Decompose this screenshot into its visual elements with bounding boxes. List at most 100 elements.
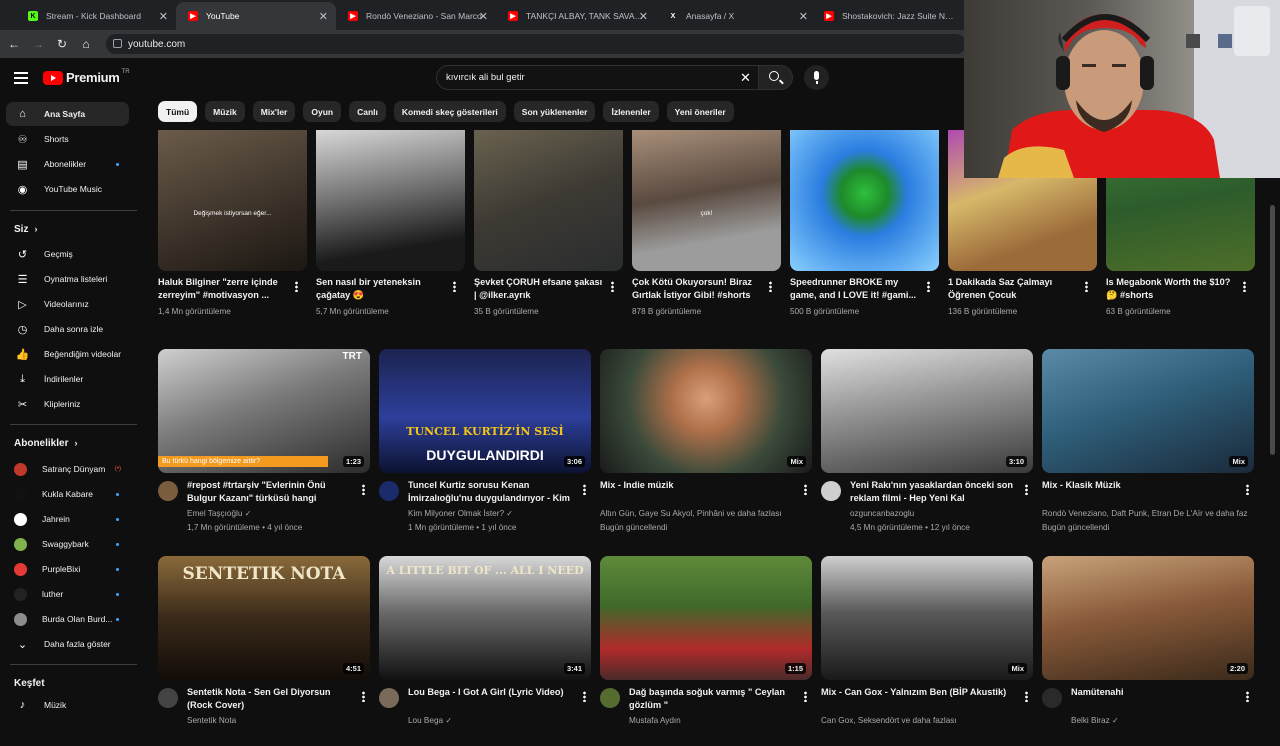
video-title[interactable]: Mix - Indie müzik — [600, 479, 796, 492]
more-actions-icon[interactable] — [1246, 484, 1249, 495]
tab-close-icon[interactable]: ✕ — [799, 10, 808, 23]
sidebar-item[interactable]: ☰ Oynatma listeleri — [6, 267, 129, 291]
sidebar-subscription[interactable]: Kukla Kabare — [6, 482, 129, 506]
sidebar-item[interactable]: ♾ Shorts — [6, 127, 129, 151]
channel-name[interactable]: Emel Taşçıoğlu ✓ — [187, 507, 363, 521]
video-title[interactable]: Mix - Can Gox - Yalnızım Ben (BİP Akusti… — [821, 686, 1017, 699]
browser-tab[interactable]: K Stream - Kick Dashboard ✕ — [16, 2, 176, 30]
browser-tab[interactable]: ▶ TANKÇI ALBAY, TANK SAVAŞI S ✕ — [496, 2, 656, 30]
sidebar-item[interactable]: ♪ Müzik — [6, 693, 129, 717]
video-thumbnail[interactable]: SENTETIK NOTA 4:51 — [158, 556, 370, 680]
short-card[interactable]: çok! Çok Kötü Okuyorsun! Biraz Gırtlak İs… — [632, 130, 781, 330]
youtube-premium-logo[interactable]: Premium TR — [43, 69, 130, 85]
sidebar-subscription[interactable]: PurpleBixi — [6, 557, 129, 581]
browser-tab[interactable]: ▶ Shostakovich: Jazz Suite No. 2: — [812, 2, 964, 30]
sidebar-section-subscriptions[interactable]: Abonelikler › — [14, 438, 77, 449]
sidebar-subscription[interactable]: Swaggybark — [6, 532, 129, 556]
more-actions-icon[interactable] — [1025, 691, 1028, 702]
more-actions-icon[interactable] — [362, 484, 365, 495]
clear-search-icon[interactable]: ✕ — [740, 70, 751, 86]
sidebar-item[interactable]: ▷ Videolarınız — [6, 292, 129, 316]
sidebar-item[interactable]: ⤓ İndirilenler — [6, 367, 129, 391]
more-actions-icon[interactable] — [295, 281, 298, 292]
video-card[interactable]: 1:15 Dağ başında soğuk varmış " Ceylan gö… — [600, 556, 812, 746]
channel-avatar[interactable] — [379, 481, 399, 501]
channel-name[interactable]: Belki Biraz ✓ — [1071, 714, 1247, 728]
short-card[interactable]: Değişmek istiyorsan eğer... Haluk Bilgine… — [158, 130, 307, 330]
channel-avatar[interactable] — [1042, 688, 1062, 708]
channel-name[interactable]: Altın Gün, Gaye Su Akyol, Pinhâni ve dah… — [600, 507, 805, 521]
filter-chip[interactable]: Mix'ler — [252, 101, 296, 122]
home-browser-icon[interactable]: ⌂ — [78, 36, 94, 52]
show-more-button[interactable]: ⌄ Daha fazla göster — [6, 632, 129, 656]
filter-chip[interactable]: Son yüklenenler — [513, 101, 596, 122]
channel-avatar[interactable] — [600, 688, 620, 708]
sidebar-subscription[interactable]: Satranç Dünyam (•) — [6, 457, 129, 481]
channel-name[interactable]: Kim Milyoner Olmak İster? ✓ — [408, 507, 584, 521]
channel-avatar[interactable] — [158, 481, 178, 501]
more-actions-icon[interactable] — [804, 691, 807, 702]
short-thumbnail[interactable] — [316, 130, 465, 271]
more-actions-icon[interactable] — [362, 691, 365, 702]
site-info-icon[interactable] — [113, 39, 122, 48]
more-actions-icon[interactable] — [453, 281, 456, 292]
tab-close-icon[interactable]: ✕ — [479, 10, 488, 23]
channel-name[interactable]: Lou Bega ✓ — [408, 714, 584, 728]
tab-close-icon[interactable]: ✕ — [159, 10, 168, 23]
video-card[interactable]: TUNCEL KURTİZ'İN SESİ DUYGULANDIRDI 3:06 Tu… — [379, 349, 591, 539]
video-card[interactable]: TRT Bu türkü hangi bölgemize aittir? 1:23 #… — [158, 349, 370, 539]
forward-arrow-icon[interactable]: → — [30, 36, 46, 52]
sidebar-item[interactable]: ▤ Abonelikler — [6, 152, 129, 176]
video-thumbnail[interactable]: TRT Bu türkü hangi bölgemize aittir? 1:23 — [158, 349, 370, 473]
video-title[interactable]: Lou Bega - I Got A Girl (Lyric Video) — [408, 686, 575, 699]
more-actions-icon[interactable] — [611, 281, 614, 292]
hamburger-menu-icon[interactable] — [14, 72, 28, 84]
sidebar-subscription[interactable]: Jahrein — [6, 507, 129, 531]
sidebar-subscription[interactable]: Burda Olan Burd... — [6, 607, 129, 631]
channel-name[interactable]: Sentetik Nota — [187, 714, 363, 728]
video-card[interactable]: Mix Mix - Indie müzik Altın Gün, Gaye Su A… — [600, 349, 812, 539]
more-actions-icon[interactable] — [1025, 484, 1028, 495]
short-title[interactable]: 1 Dakikada Saz Çalmayı Öğrenen Çocuk — [948, 276, 1078, 302]
sidebar-item[interactable]: 👍 Beğendiğim videolar — [6, 342, 129, 366]
video-card[interactable]: 2:20 Namütenahi Belki Biraz ✓ — [1042, 556, 1254, 746]
channel-name[interactable]: Can Gox, Seksendört ve daha fazlası — [821, 714, 1026, 728]
page-scrollbar[interactable] — [1270, 205, 1275, 455]
sidebar-item[interactable]: ✂ Klipleriniz — [6, 392, 129, 416]
video-card[interactable]: Mix Mix - Klasik Müzik Rondò Veneziano, Da… — [1042, 349, 1254, 539]
short-thumbnail[interactable]: Değişmek istiyorsan eğer... — [158, 130, 307, 271]
more-actions-icon[interactable] — [1246, 691, 1249, 702]
tab-close-icon[interactable]: ✕ — [319, 10, 328, 23]
short-thumbnail[interactable] — [474, 130, 623, 271]
video-title[interactable]: Mix - Klasik Müzik — [1042, 479, 1238, 492]
video-card[interactable]: Mix Mix - Can Gox - Yalnızım Ben (BİP Aku… — [821, 556, 1033, 746]
video-thumbnail[interactable]: 1:15 — [600, 556, 812, 680]
video-title[interactable]: Namütenahi — [1071, 686, 1238, 699]
channel-name[interactable]: Mustafa Aydın — [629, 714, 805, 728]
video-thumbnail[interactable]: Mix — [1042, 349, 1254, 473]
video-card[interactable]: A LITTLE BIT OF ... ALL I NEED 3:41 Lou Be… — [379, 556, 591, 746]
filter-chip[interactable]: Komedi skeç gösterileri — [393, 101, 506, 122]
video-title[interactable]: Dağ başında soğuk varmış " Ceylan gözlüm… — [629, 686, 796, 712]
sidebar-item[interactable]: ◷ Daha sonra izle — [6, 317, 129, 341]
search-input[interactable]: kıvırcık ali bul getir — [436, 65, 759, 90]
voice-search-mic-icon[interactable] — [804, 65, 829, 90]
browser-tab[interactable]: X Anasayfa / X ✕ — [656, 2, 816, 30]
short-title[interactable]: Haluk Bilginer "zerre içinde zerreyim" #… — [158, 276, 288, 302]
video-title[interactable]: Sentetik Nota - Sen Gel Diyorsun (Rock C… — [187, 686, 354, 712]
short-title[interactable]: Is Megabonk Worth the $10? 🤔 #shorts — [1106, 276, 1236, 302]
video-card[interactable]: 3:10 Yeni Rakı'nın yasaklardan önceki son… — [821, 349, 1033, 539]
short-card[interactable]: Sen nasıl bir yeteneksin çağatay 😍 5,7 Mn… — [316, 130, 465, 330]
more-actions-icon[interactable] — [1085, 281, 1088, 292]
video-title[interactable]: #repost #trtarşiv "Evlerinin Önü Bulgur … — [187, 479, 354, 505]
video-thumbnail[interactable]: A LITTLE BIT OF ... ALL I NEED 3:41 — [379, 556, 591, 680]
video-thumbnail[interactable]: 3:10 — [821, 349, 1033, 473]
short-title[interactable]: Sen nasıl bir yeteneksin çağatay 😍 — [316, 276, 446, 302]
sidebar-section-you[interactable]: Siz › — [14, 224, 37, 235]
filter-chip[interactable]: Yeni öneriler — [666, 101, 734, 122]
tab-close-icon[interactable]: ✕ — [639, 10, 648, 23]
video-card[interactable]: SENTETIK NOTA 4:51 Sentetik Nota - Sen Gel… — [158, 556, 370, 746]
short-thumbnail[interactable] — [790, 130, 939, 271]
browser-tab[interactable]: ▶ Rondò Veneziano - San Marco ✕ — [336, 2, 496, 30]
more-actions-icon[interactable] — [1243, 281, 1246, 292]
